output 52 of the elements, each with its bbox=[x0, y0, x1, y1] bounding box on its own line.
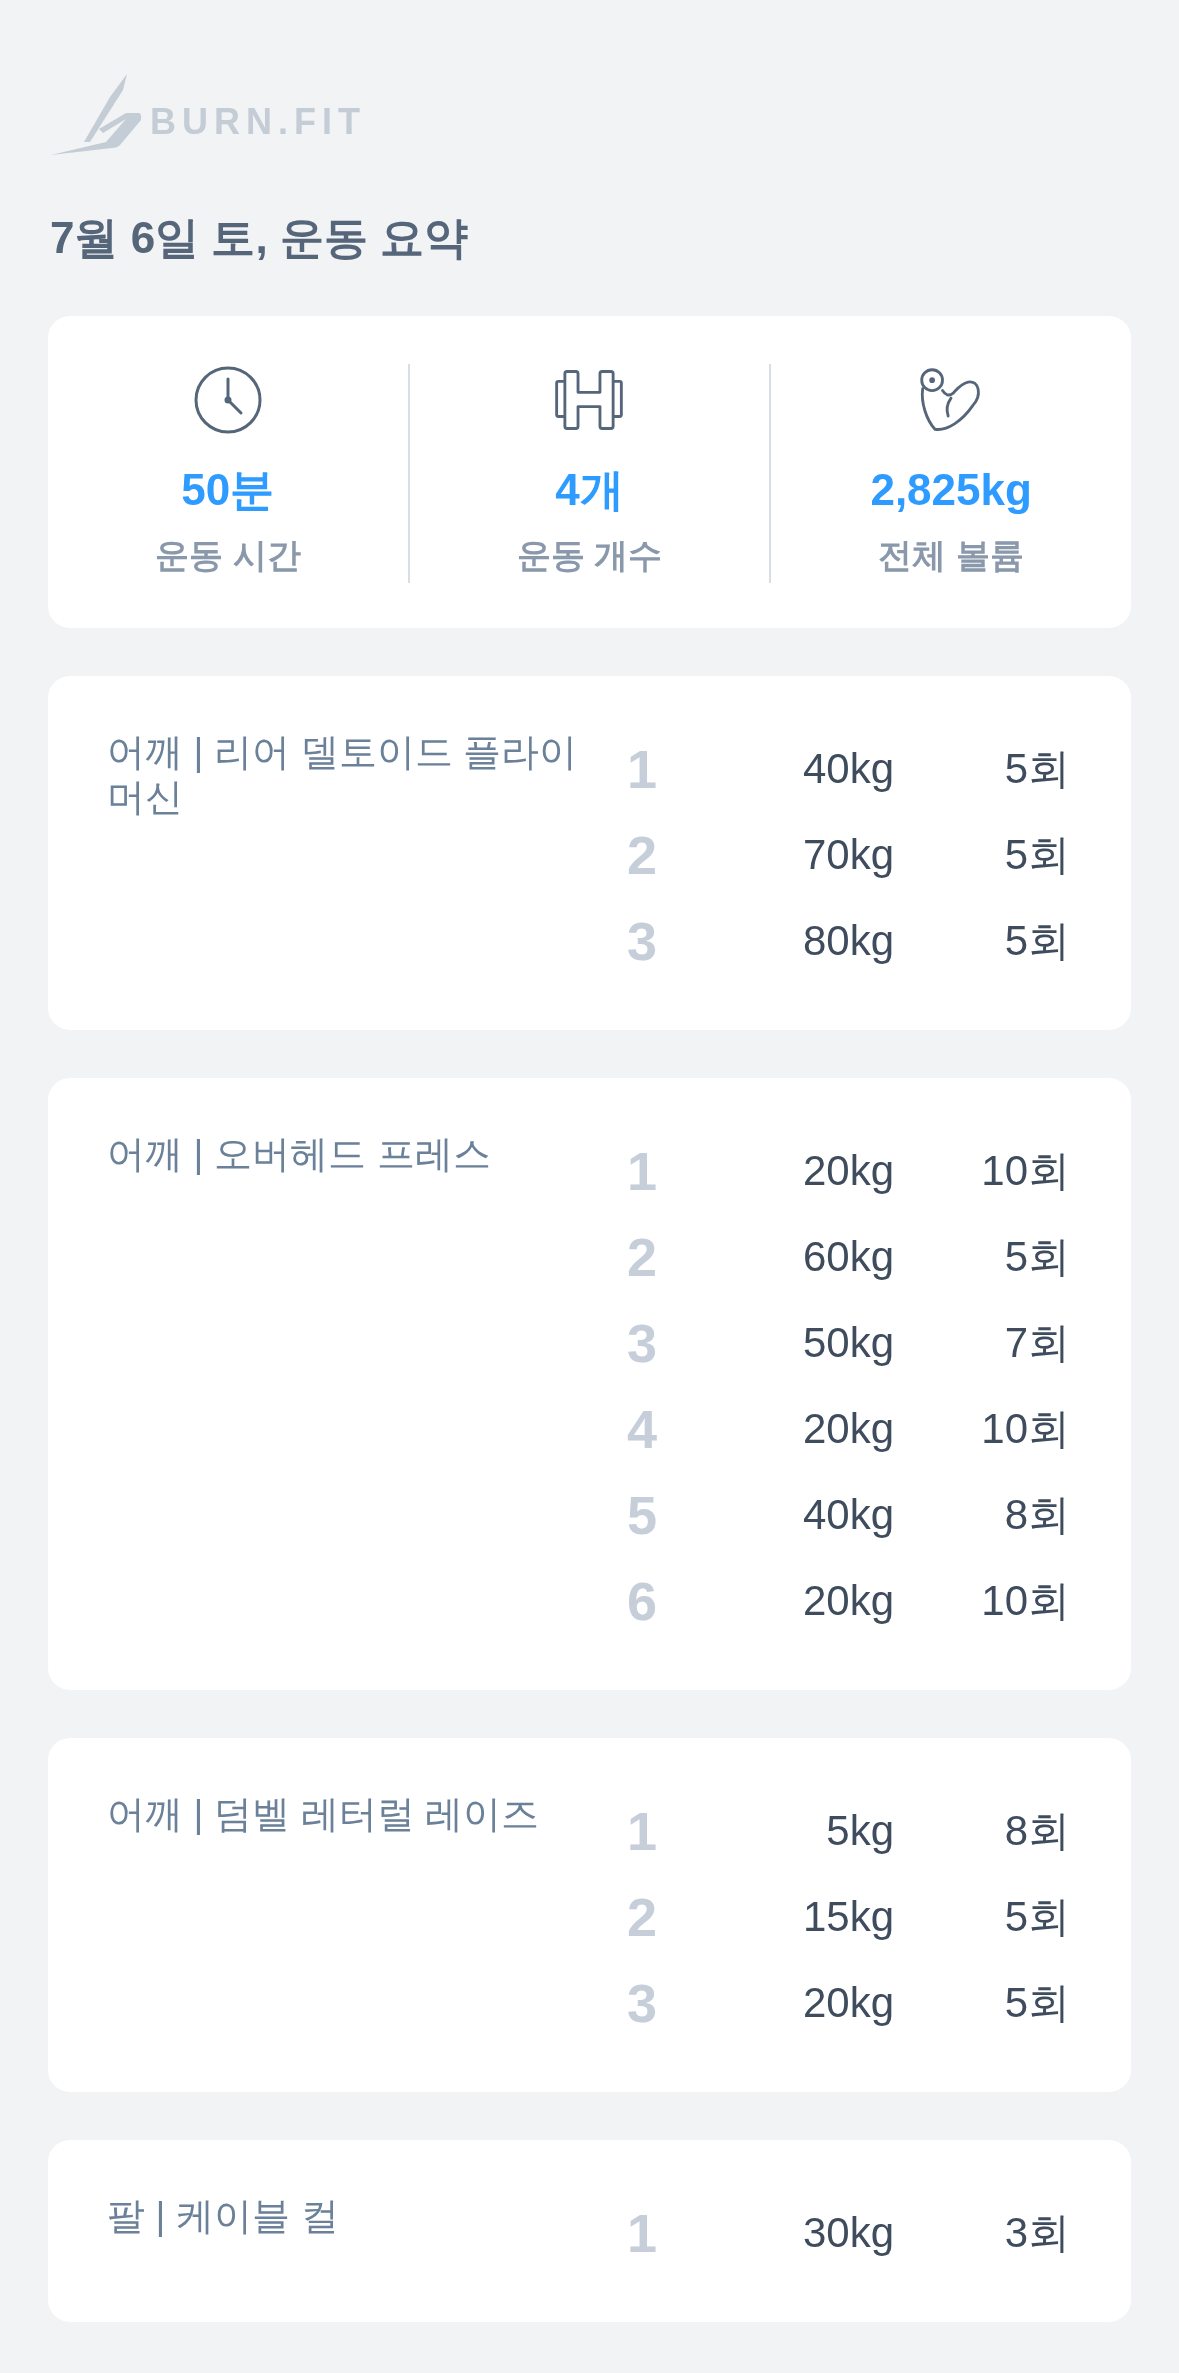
set-weight: 20kg bbox=[802, 1146, 894, 1196]
set-number: 3 bbox=[626, 911, 657, 971]
set-reps: 7회 bbox=[1004, 1318, 1070, 1368]
set-number: 1 bbox=[626, 739, 657, 799]
set-weight: 30kg bbox=[802, 2208, 894, 2258]
set-number: 4 bbox=[626, 1399, 657, 1459]
stat-value: 4개 bbox=[555, 466, 624, 514]
set-reps: 5회 bbox=[1004, 1892, 1070, 1942]
set-weight: 50kg bbox=[802, 1318, 894, 1368]
set-weight: 60kg bbox=[802, 1232, 894, 1282]
set-weight: 80kg bbox=[802, 916, 894, 966]
set-reps: 10회 bbox=[981, 1404, 1070, 1454]
clock-icon bbox=[193, 366, 262, 434]
stat-label: 운동 개수 bbox=[516, 535, 663, 576]
set-weight: 15kg bbox=[802, 1892, 894, 1942]
set-number: 5 bbox=[626, 1485, 657, 1545]
set-reps: 5회 bbox=[1004, 916, 1070, 966]
set-number: 1 bbox=[626, 2203, 657, 2263]
exercise-name: 팔 | 케이블 컬 bbox=[107, 2194, 340, 2239]
exercise-name: 어깨 | 덤벨 레터럴 레이즈 bbox=[107, 1792, 541, 1837]
set-number: 3 bbox=[626, 1313, 657, 1373]
stat-value: 2,825kg bbox=[870, 466, 1032, 514]
set-reps: 5회 bbox=[1004, 744, 1070, 794]
stat-value: 50분 bbox=[181, 466, 275, 514]
set-reps: 8회 bbox=[1004, 1806, 1070, 1856]
stat-label: 전체 볼륨 bbox=[878, 535, 1024, 576]
exercise-name: 어깨 | 오버헤드 프레스 bbox=[107, 1132, 492, 1177]
set-weight: 40kg bbox=[802, 744, 894, 794]
set-weight: 5kg bbox=[826, 1806, 894, 1856]
page-title: 7월 6일 토, 운동 요약 bbox=[49, 212, 470, 264]
exercise-name: 어깨 | 리어 델토이드 플라이 머신 bbox=[107, 730, 579, 820]
set-reps: 10회 bbox=[981, 1146, 1070, 1196]
set-number: 2 bbox=[626, 825, 657, 885]
set-reps: 5회 bbox=[1004, 1232, 1070, 1282]
set-reps: 10회 bbox=[981, 1576, 1070, 1626]
set-weight: 20kg bbox=[802, 1576, 894, 1626]
set-weight: 20kg bbox=[802, 1978, 894, 2028]
set-number: 3 bbox=[626, 1973, 657, 2033]
set-number: 1 bbox=[626, 1141, 657, 1201]
set-weight: 20kg bbox=[802, 1404, 894, 1454]
set-number: 1 bbox=[626, 1801, 657, 1861]
set-weight: 70kg bbox=[802, 830, 894, 880]
set-number: 2 bbox=[626, 1227, 657, 1287]
logo-icon bbox=[50, 72, 142, 156]
set-number: 6 bbox=[626, 1571, 657, 1631]
set-reps: 5회 bbox=[1004, 1978, 1070, 2028]
set-reps: 5회 bbox=[1004, 830, 1070, 880]
set-number: 2 bbox=[626, 1887, 657, 1947]
set-weight: 40kg bbox=[802, 1490, 894, 1540]
set-reps: 3회 bbox=[1004, 2208, 1070, 2258]
stat-label: 운동 시간 bbox=[155, 535, 301, 576]
set-reps: 8회 bbox=[1004, 1490, 1070, 1540]
